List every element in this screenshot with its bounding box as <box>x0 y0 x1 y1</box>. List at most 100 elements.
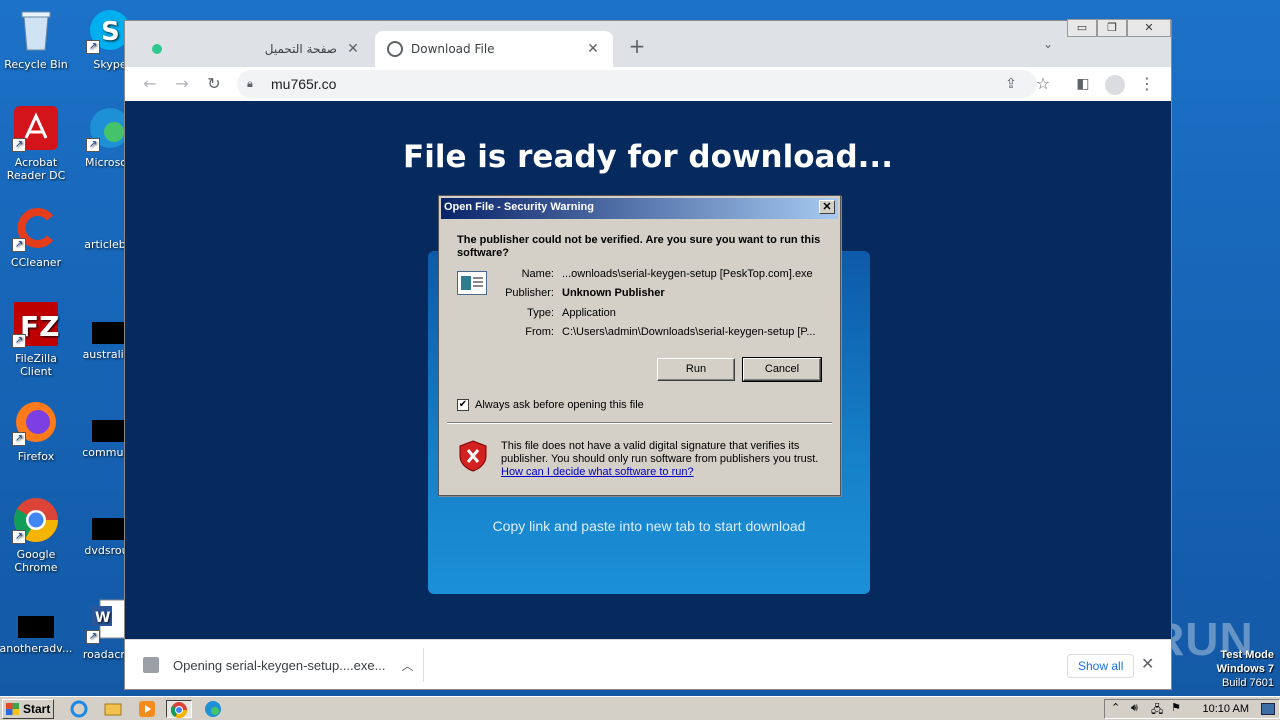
desktop-icon-label: CCleaner <box>10 256 62 269</box>
field-value: C:\Users\admin\Downloads\serial-keygen-s… <box>562 326 816 338</box>
shortcut-arrow-icon: ↗ <box>12 530 26 544</box>
address-bar[interactable]: 🔒︎ mu765r.co <box>237 70 1037 98</box>
shortcut-arrow-icon: ↗ <box>86 630 100 644</box>
chevron-up-icon[interactable]: ︿ <box>401 657 413 674</box>
window-controls: ▭ ❐ ✕ <box>1067 19 1171 37</box>
windows-logo-icon <box>6 703 19 715</box>
desktop-icon-acrobat[interactable]: ↗ Acrobat Reader DC <box>0 104 74 182</box>
shortcut-arrow-icon: ↗ <box>12 138 26 152</box>
show-all-button[interactable]: Show all <box>1067 654 1135 678</box>
reload-button[interactable]: ↻ <box>201 71 227 97</box>
profile-avatar-icon[interactable] <box>1102 71 1128 97</box>
download-item[interactable]: Opening serial-keygen-setup....exe... ︿ <box>143 652 421 678</box>
help-link[interactable]: How can I decide what software to run? <box>501 466 821 479</box>
volume-icon[interactable]: 🔊︎ <box>1131 701 1138 715</box>
new-tab-button[interactable]: + <box>625 35 649 59</box>
tab-close-icon[interactable]: ✕ <box>585 41 601 57</box>
dialog-question: The publisher could not be verified. Are… <box>457 234 821 259</box>
warning-text: This file does not have a valid digital … <box>501 440 819 465</box>
close-window-button[interactable]: ✕ <box>1127 19 1171 37</box>
ccleaner-icon: ↗ <box>12 204 60 252</box>
start-label: Start <box>23 702 51 716</box>
side-panel-icon[interactable]: ◧ <box>1070 71 1096 97</box>
clock[interactable]: 10:10 AM <box>1203 703 1249 715</box>
field-key: Type: <box>527 307 554 319</box>
chrome-taskbar-icon[interactable] <box>166 700 192 719</box>
desktop-icon-recycle-bin[interactable]: Recycle Bin <box>0 6 74 71</box>
shield-warning-icon <box>459 440 487 472</box>
always-ask-checkbox[interactable]: ✔ Always ask before opening this file <box>457 399 644 411</box>
minimize-button[interactable]: ▭ <box>1067 19 1097 37</box>
shortcut-arrow-icon: ↗ <box>86 40 100 54</box>
tab-download-page-arabic[interactable]: صفحة التحميل ✕ <box>137 31 373 67</box>
dialog-title: Open File - Security Warning <box>444 201 594 213</box>
test-mode-line: Test Mode <box>1220 649 1274 661</box>
page-heading: File is ready for download... <box>403 139 893 175</box>
flag-icon[interactable]: ⚑ <box>1171 701 1181 714</box>
dialog-close-button[interactable]: ✕ <box>819 200 835 214</box>
restore-button[interactable]: ❐ <box>1097 19 1127 37</box>
file-thumbnail <box>92 420 128 442</box>
cancel-button[interactable]: Cancel <box>742 357 822 382</box>
checkbox-checked-icon[interactable]: ✔ <box>457 399 469 411</box>
folder-icon[interactable] <box>104 700 126 718</box>
address-text: mu765r.co <box>271 76 337 92</box>
desktop-icon-label: Firefox <box>17 450 55 463</box>
network-icon[interactable]: 🖧 <box>1151 701 1163 720</box>
close-icon[interactable]: ✕ <box>1141 654 1154 673</box>
tab-close-icon[interactable]: ✕ <box>345 41 361 57</box>
application-icon <box>457 271 487 295</box>
file-thumbnail <box>92 322 128 344</box>
dialog-warning: This file does not have a valid digital … <box>501 440 821 479</box>
field-value: Application <box>562 307 616 319</box>
taskbar: Start ⌃ 🔊︎ 🖧 ⚑ 10:10 AM <box>0 696 1280 720</box>
chrome-icon: ↗ <box>12 496 60 544</box>
menu-kebab-icon[interactable]: ⋮ <box>1134 71 1160 97</box>
tab-strip: صفحة التحميل ✕ Download File ✕ + ⌄ ▭ ❐ ✕ <box>125 19 1171 67</box>
tray-expand-icon[interactable]: ⌃ <box>1111 701 1120 714</box>
svg-text:S: S <box>101 17 120 47</box>
start-button[interactable]: Start <box>2 699 54 719</box>
security-warning-dialog: Open File - Security Warning ✕ The publi… <box>438 195 841 496</box>
desktop-icon-label: anotheradv... <box>0 642 73 655</box>
edge-taskbar-icon[interactable] <box>204 700 226 718</box>
field-name: Name: ...ownloads\serial-keygen-setup [Pe… <box>499 268 813 280</box>
site-favicon-icon <box>149 41 165 57</box>
desktop-icon-label: FileZilla Client <box>15 352 57 378</box>
tab-download-file[interactable]: Download File ✕ <box>375 31 613 67</box>
shortcut-arrow-icon: ↗ <box>12 432 26 446</box>
system-tray: ⌃ 🔊︎ 🖧 ⚑ 10:10 AM <box>1104 699 1280 719</box>
test-mode-watermark: Test Mode Windows 7 Build 7601 <box>1217 648 1274 690</box>
share-icon[interactable]: ⇪ <box>998 71 1024 97</box>
bookmark-star-icon[interactable]: ☆ <box>1030 71 1056 97</box>
desktop-icon-filezilla[interactable]: FZ ↗ FileZilla Client <box>0 300 74 378</box>
media-player-icon[interactable] <box>138 700 160 718</box>
tab-search-chevron-icon[interactable]: ⌄ <box>1043 37 1053 51</box>
globe-icon <box>387 41 403 57</box>
field-key: Name: <box>521 268 554 280</box>
desktop-icon-firefox[interactable]: ↗ Firefox <box>0 398 74 463</box>
tab-title: Download File <box>411 42 495 56</box>
file-thumbnail <box>18 616 54 638</box>
shortcut-arrow-icon: ↗ <box>12 238 26 252</box>
dialog-divider <box>447 422 832 424</box>
show-desktop-icon[interactable] <box>1261 703 1275 715</box>
field-key: Publisher: <box>505 287 554 299</box>
firefox-icon: ↗ <box>12 398 60 446</box>
desktop-icon-anotheradv[interactable]: anotheradv... <box>0 604 74 655</box>
download-item-label: Opening serial-keygen-setup....exe... <box>173 657 386 673</box>
acrobat-icon: ↗ <box>12 104 60 152</box>
svg-text:W: W <box>95 610 110 626</box>
field-value: ...ownloads\serial-keygen-setup [PeskTop… <box>562 268 813 280</box>
field-key: From: <box>525 326 554 338</box>
back-button[interactable]: ← <box>137 71 163 97</box>
dialog-title-bar[interactable]: Open File - Security Warning ✕ <box>441 198 838 219</box>
desktop-icon-label: Recycle Bin <box>4 58 68 71</box>
run-button[interactable]: Run <box>657 358 735 381</box>
desktop-icon-ccleaner[interactable]: ↗ CCleaner <box>0 204 74 269</box>
internet-explorer-icon[interactable] <box>70 700 92 718</box>
recycle-bin-icon <box>12 6 60 54</box>
desktop-icon-chrome[interactable]: ↗ Google Chrome <box>0 496 74 574</box>
forward-button[interactable]: → <box>169 71 195 97</box>
field-publisher: Publisher: Unknown Publisher <box>499 287 665 299</box>
